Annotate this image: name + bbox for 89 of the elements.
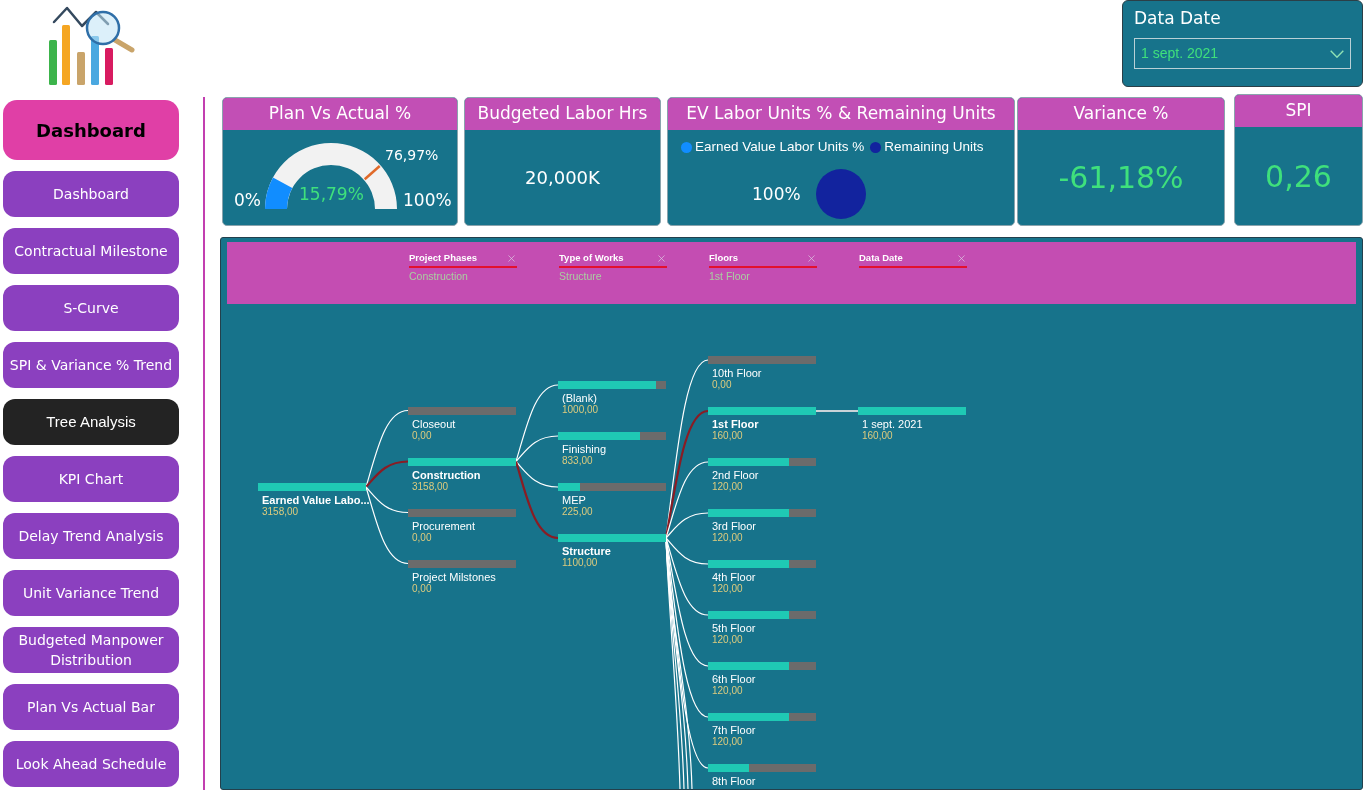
- node-label: MEP: [562, 494, 587, 506]
- gauge-max-label: 100%: [403, 190, 452, 210]
- slicer-title: Data Date: [1134, 7, 1222, 29]
- filter-label: Data Date: [859, 252, 903, 264]
- legend-label: Remaining Units: [884, 139, 984, 155]
- card-header: Variance %: [1018, 98, 1224, 130]
- value-bar[interactable]: [708, 560, 816, 568]
- gauge-min-label: 0%: [234, 190, 261, 210]
- node-label: 10th Floor: [712, 367, 763, 379]
- nav-button[interactable]: Unit Variance Trend: [3, 570, 179, 616]
- nav-button[interactable]: SPI & Variance % Trend: [3, 342, 179, 388]
- node-value: 3158,00: [262, 506, 300, 518]
- close-icon[interactable]: [806, 252, 817, 264]
- filter-label: Type of Works: [559, 252, 624, 264]
- filter-label: Floors: [709, 252, 739, 264]
- node-value: 0,00: [712, 379, 733, 391]
- node-value: 160,00: [712, 430, 744, 442]
- nav-button[interactable]: Look Ahead Schedule: [3, 741, 179, 787]
- kpi-value: 20,000K: [525, 166, 600, 190]
- card-header: EV Labor Units % & Remaining Units: [668, 98, 1014, 130]
- node-label: 2nd Floor: [712, 469, 760, 481]
- value-bar[interactable]: [558, 483, 666, 491]
- node-label: 6th Floor: [712, 673, 757, 685]
- kpi-value: -61,18%: [1058, 159, 1184, 197]
- nav-button[interactable]: Plan Vs Actual Bar: [3, 684, 179, 730]
- node-value: 120,00: [712, 532, 744, 544]
- close-icon[interactable]: [656, 252, 667, 264]
- node-label: 4th Floor: [712, 571, 757, 583]
- node-value: 3158,00: [412, 480, 450, 493]
- pie-data-label: 100%: [752, 184, 801, 204]
- nav-button[interactable]: Dashboard: [3, 171, 179, 217]
- node-label: Earned Value Labo...: [262, 494, 370, 506]
- node-value: 120,00: [712, 685, 744, 697]
- value-bar[interactable]: [558, 432, 666, 440]
- chevron-down-icon: [1330, 49, 1344, 58]
- card-header: Plan Vs Actual %: [223, 98, 457, 130]
- node-value: 0,00: [412, 531, 433, 544]
- value-bar[interactable]: [708, 611, 816, 619]
- nav-button[interactable]: S-Curve: [3, 285, 179, 331]
- node-label: 7th Floor: [712, 724, 757, 736]
- node-label: 1st Floor: [712, 418, 760, 430]
- close-icon[interactable]: [956, 252, 967, 264]
- node-label: Closeout: [412, 417, 457, 430]
- node-value: 1000,00: [562, 404, 600, 416]
- node-value: 120,00: [712, 736, 744, 748]
- node-label: Finishing: [562, 443, 608, 455]
- value-bar[interactable]: [708, 764, 816, 772]
- node-value: 160,00: [862, 430, 893, 442]
- node-label: Construction: [412, 468, 482, 481]
- dashboard-header-button[interactable]: Dashboard: [3, 100, 179, 160]
- node-value: 120,00: [712, 634, 744, 646]
- node-value: 0,00: [412, 429, 433, 442]
- value-bar[interactable]: [408, 457, 516, 466]
- gauge-value: 15,79%: [299, 184, 364, 204]
- node-value: 120,00: [712, 481, 744, 493]
- node-label: 3rd Floor: [712, 520, 758, 532]
- node-label: 5th Floor: [712, 622, 757, 634]
- nav-button[interactable]: Tree Analysis: [3, 399, 179, 445]
- nav-button[interactable]: KPI Chart: [3, 456, 179, 502]
- node-label: Project Milstones: [412, 570, 497, 583]
- value-bar[interactable]: [708, 713, 816, 721]
- node-value: 0,00: [412, 582, 432, 595]
- node-value: 120,00: [712, 583, 744, 595]
- date-dropdown[interactable]: 1 sept. 2021: [1134, 38, 1351, 69]
- node-label: 8th Floor: [712, 775, 757, 787]
- node-label: 1 sept. 2021: [862, 418, 924, 430]
- card-header: SPI: [1235, 95, 1362, 127]
- value-bar[interactable]: [708, 458, 816, 466]
- filter-value: Construction: [409, 270, 469, 283]
- value-bar[interactable]: [708, 509, 816, 517]
- filter-label: Project Phases: [409, 252, 478, 264]
- node-value: 1100,00: [562, 557, 599, 569]
- value-bar[interactable]: [708, 662, 816, 670]
- node-value: 225,00: [562, 506, 594, 518]
- nav-button[interactable]: Contractual Milestone: [3, 228, 179, 274]
- nav-button[interactable]: Delay Trend Analysis: [3, 513, 179, 559]
- filter-value: Structure: [559, 270, 603, 283]
- legend-label: Earned Value Labor Units %: [695, 139, 865, 155]
- node-label: (Blank): [562, 392, 597, 404]
- node-label: Procurement: [412, 519, 476, 532]
- target-label: 76,97%: [385, 146, 439, 164]
- nav-button[interactable]: Budgeted Manpower Distribution: [3, 627, 179, 673]
- close-icon[interactable]: [506, 252, 517, 264]
- card-header: Budgeted Labor Hrs: [465, 98, 660, 130]
- connector-line: [815, 410, 859, 412]
- node-value: 833,00: [562, 455, 593, 467]
- node-label: Structure: [562, 545, 612, 557]
- kpi-value: 0,26: [1265, 157, 1332, 196]
- filter-value: 1st Floor: [709, 270, 751, 283]
